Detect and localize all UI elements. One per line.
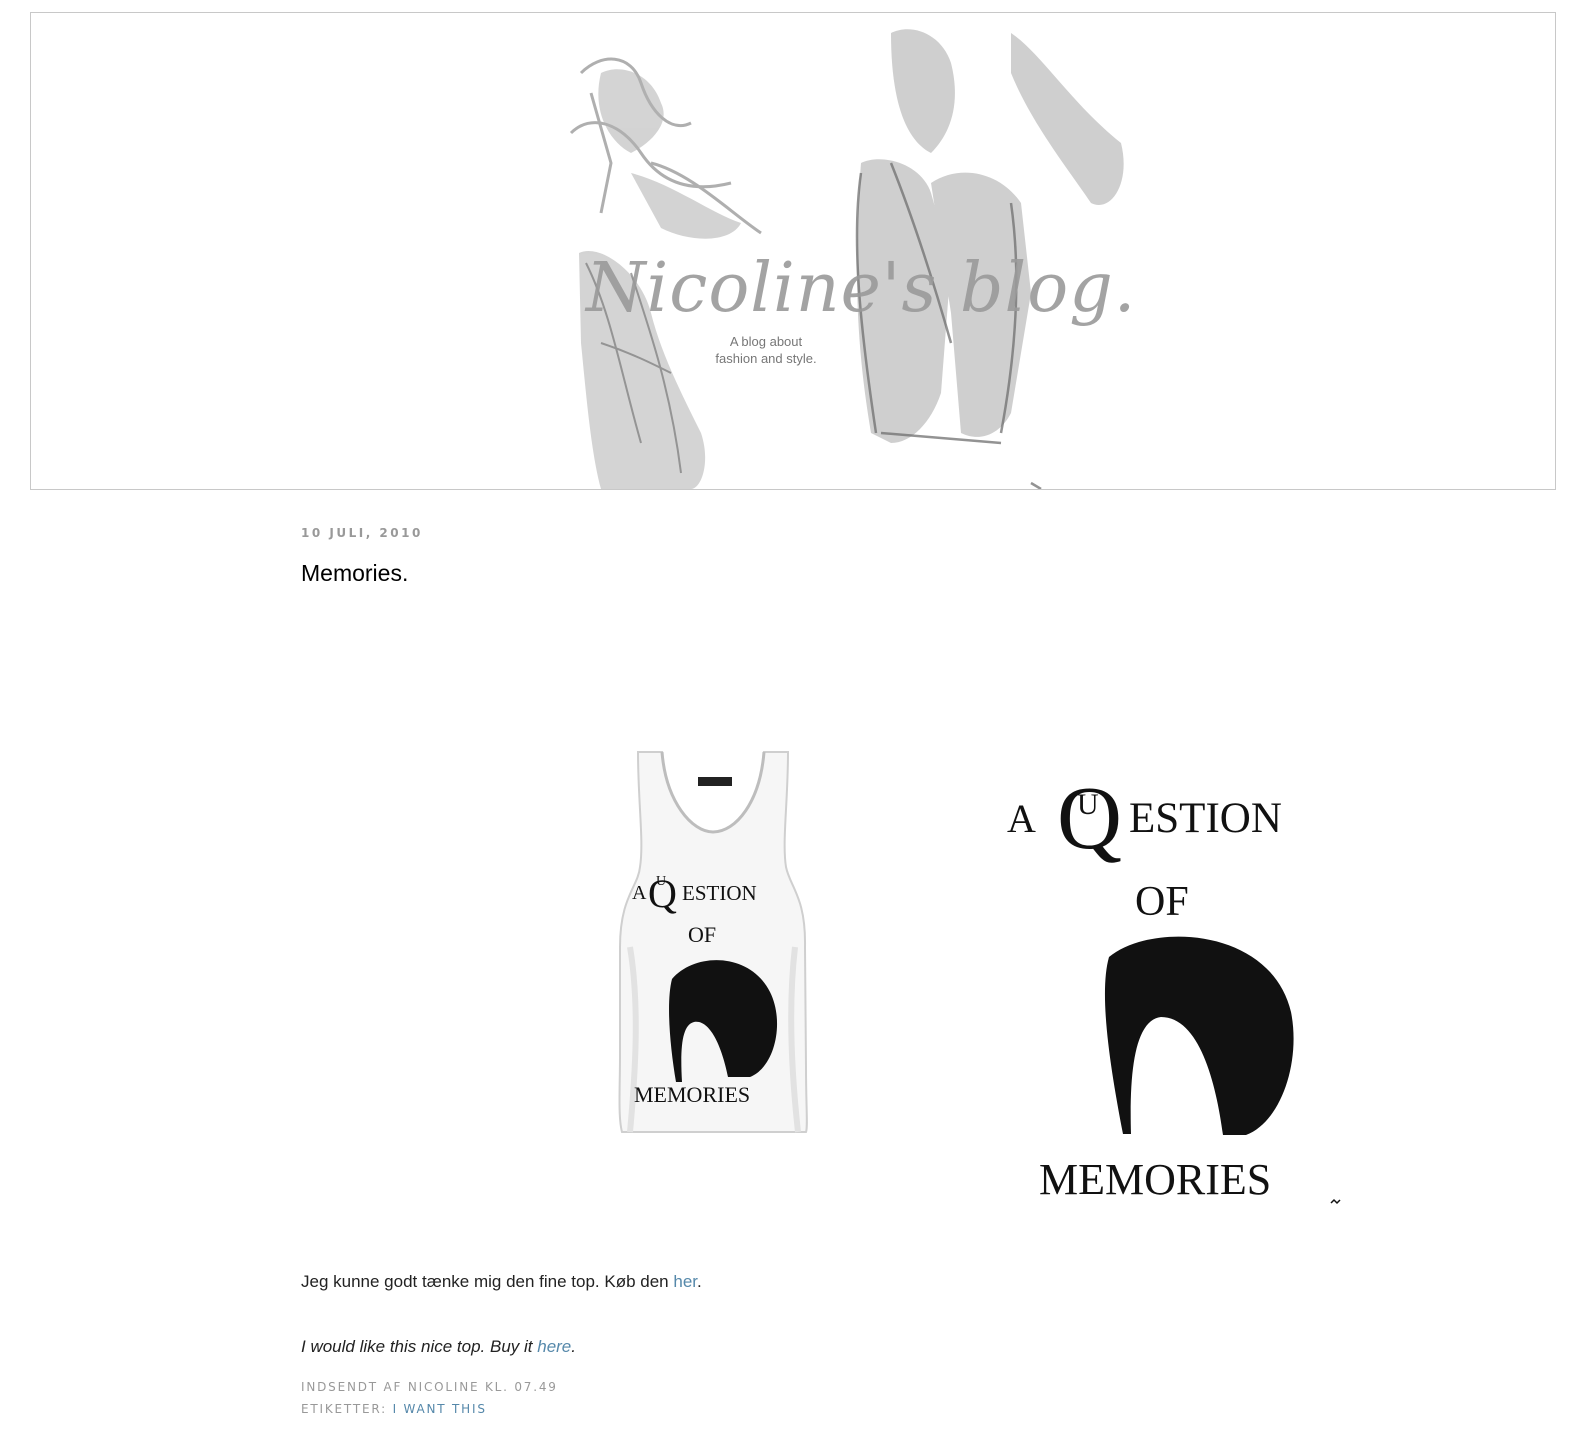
- buy-link-english[interactable]: here: [537, 1337, 571, 1356]
- post-body-danish-text: Jeg kunne godt tænke mig den fine top. K…: [301, 1272, 674, 1291]
- blog-description-line-1: A blog about: [729, 334, 803, 349]
- print-of: OF: [688, 922, 716, 947]
- post-body-english: I would like this nice top. Buy it here.: [301, 1337, 576, 1357]
- logo-u: U: [1077, 788, 1099, 821]
- print-estion: ESTION: [682, 881, 757, 905]
- blog-description-line-2: fashion and style.: [715, 351, 817, 366]
- logo-a: A: [1007, 796, 1036, 841]
- post-body-danish-end: .: [697, 1272, 702, 1291]
- post-date: 10 JULI, 2010: [301, 526, 423, 540]
- post-author: INDSENDT AF NICOLINE KL. 07.49: [301, 1380, 558, 1394]
- logo-image[interactable]: A Q U ESTION OF MEMORIES: [1001, 762, 1351, 1222]
- print-a: A: [632, 882, 647, 904]
- print-u: U: [656, 874, 666, 889]
- print-memories: MEMORIES: [634, 1082, 750, 1107]
- post-labels-prefix: ETIKETTER:: [301, 1402, 393, 1416]
- logo-of: OF: [1135, 879, 1189, 925]
- blog-title[interactable]: Nicoline's blog.: [586, 249, 1136, 328]
- post-body-english-end: .: [571, 1337, 576, 1356]
- logo-memories: MEMORIES: [1039, 1155, 1271, 1204]
- post-body-english-text: I would like this nice top. Buy it: [301, 1337, 538, 1356]
- post-author-line: INDSENDT AF NICOLINE KL. 07.49: [301, 1380, 558, 1394]
- post-labels-line: ETIKETTER: I WANT THIS: [301, 1402, 487, 1416]
- label-link-i-want-this[interactable]: I WANT THIS: [393, 1402, 487, 1416]
- post-body-danish: Jeg kunne godt tænke mig den fine top. K…: [301, 1272, 702, 1292]
- tank-top-image[interactable]: A Q U ESTION OF MEMORIES: [610, 747, 815, 1157]
- logo-estion: ESTION: [1129, 795, 1282, 842]
- post-title[interactable]: Memories.: [301, 560, 408, 587]
- blog-header: Nicoline's blog. A blog about fashion an…: [30, 12, 1556, 490]
- buy-link-danish[interactable]: her: [673, 1272, 697, 1291]
- blog-description: A blog about fashion and style.: [691, 333, 841, 367]
